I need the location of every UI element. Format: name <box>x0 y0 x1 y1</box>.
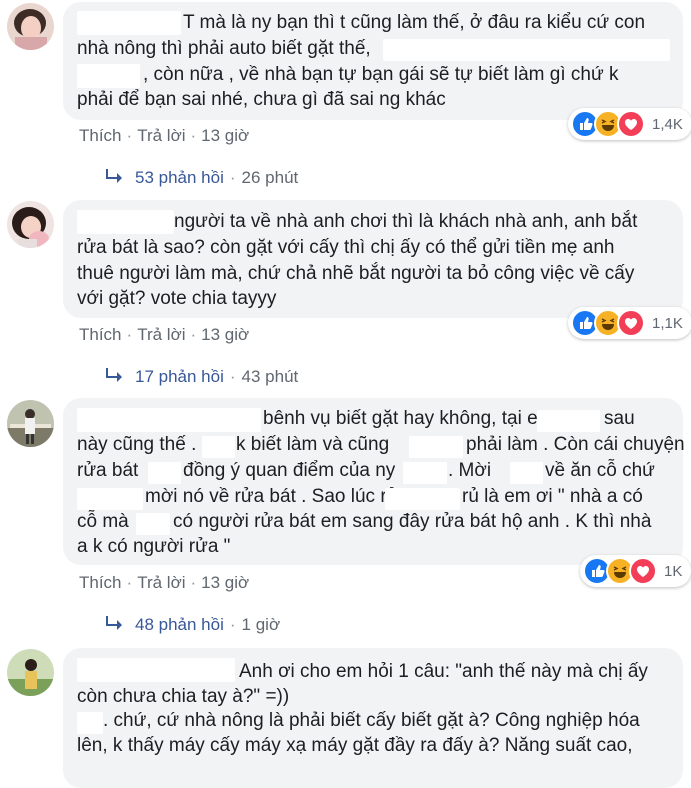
comment-text: về ăn cỗ chứ <box>545 460 655 481</box>
redacted-name <box>77 658 235 682</box>
reaction-count: 1,4K <box>652 115 683 133</box>
redacted-name <box>383 39 670 61</box>
like-link[interactable]: Thích <box>79 325 122 344</box>
view-replies-link[interactable]: 48 phản hồi · 1 giờ <box>103 615 280 635</box>
comment-text: đồng ý quan điểm của ny <box>183 460 396 481</box>
reaction-summary[interactable]: 1,1K <box>568 307 691 339</box>
reaction-count: 1,1K <box>652 314 683 332</box>
redacted-name <box>77 712 103 734</box>
comment-text: nhà nông thì phải auto biết gặt thế, <box>77 38 371 59</box>
comment-text: Anh ơi cho em hỏi 1 câu: "anh thế này mà… <box>239 661 648 682</box>
redacted-name <box>77 64 140 88</box>
reaction-summary[interactable]: 1,4K <box>568 108 691 140</box>
comment-text: mời nó về rửa bát . Sao lúc rủ <box>145 486 398 507</box>
comment-text: rửa bát là sao? còn gặt với cấy thì chị … <box>77 237 615 258</box>
reply-arrow-icon <box>106 616 122 630</box>
redacted-name <box>136 513 170 535</box>
reaction-summary[interactable]: 1K <box>580 555 691 587</box>
like-link[interactable]: Thích <box>79 126 122 145</box>
replies-count: 53 phản hồi <box>135 168 224 187</box>
commenter-avatar[interactable] <box>7 3 54 50</box>
replies-time: 43 phút <box>241 367 299 386</box>
commenter-avatar[interactable] <box>7 201 54 248</box>
love-reaction-icon <box>629 557 657 585</box>
comment-bubble: bênh vụ biết gặt hay không, tại em gái s… <box>63 398 685 565</box>
comment-actions: Thích · Trả lời · 13 giờ <box>79 325 250 344</box>
comment-time[interactable]: 13 giờ <box>201 325 249 344</box>
replies-time: 1 giờ <box>241 615 281 634</box>
comment-bubble: Anh ơi cho em hỏi 1 câu: "anh thế này mà… <box>63 648 683 788</box>
redacted-name <box>77 11 181 35</box>
comment-text: này cũng thế . <box>77 434 197 455</box>
love-reaction-icon <box>617 309 645 337</box>
comment-text: có người rửa bát em sang đây rửa bát hộ … <box>173 511 652 532</box>
replies-count: 17 phản hồi <box>135 367 224 386</box>
comment-time[interactable]: 13 giờ <box>201 126 249 145</box>
redacted-name <box>537 410 600 432</box>
comment-text: phải để bạn sai nhé, chưa gì đã sai ng k… <box>77 89 446 110</box>
redacted-name <box>409 436 463 458</box>
commenter-avatar[interactable] <box>7 400 54 447</box>
comment-text: . Mời <box>448 460 492 481</box>
comment-text: k biết làm và cũng <box>236 434 390 455</box>
love-reaction-icon <box>617 110 645 138</box>
redacted-name <box>77 210 174 234</box>
comment-text: với gặt? vote chia tayyy <box>77 288 277 309</box>
reply-link[interactable]: Trả lời <box>137 573 185 592</box>
redacted-name <box>202 436 235 458</box>
reaction-count: 1K <box>664 562 683 580</box>
reply-link[interactable]: Trả lời <box>137 126 185 145</box>
commenter-avatar[interactable] <box>7 649 54 696</box>
comment-actions: Thích · Trả lời · 13 giờ <box>79 126 250 145</box>
comment-text: còn chưa chia tay à?" =)) <box>77 686 290 707</box>
comment-text: rửa bát <box>77 460 139 481</box>
comment-text: lên, k thấy máy cấy máy xạ máy gặt đầy r… <box>77 735 633 756</box>
comment-text: sau <box>604 408 635 429</box>
redacted-name <box>148 462 181 484</box>
comment-text: , còn nữa , về nhà bạn tự bạn gái sẽ tự … <box>143 64 619 85</box>
reply-arrow-icon <box>106 368 122 382</box>
redacted-name <box>77 408 261 432</box>
reply-arrow-icon <box>106 169 122 183</box>
comment-text: a k có người rửa " <box>77 536 231 557</box>
like-link[interactable]: Thích <box>79 573 122 592</box>
comment-text: bênh vụ biết gặt hay không, tại em gái <box>263 408 585 429</box>
redacted-name <box>510 462 543 484</box>
view-replies-link[interactable]: 17 phản hồi · 43 phút <box>103 367 298 387</box>
comment-text: rủ là em ơi " nhà a có <box>462 486 643 507</box>
comment-text: thuê người làm mà, chứ chả nhẽ bắt người… <box>77 263 635 284</box>
comment-text: cỗ mà <box>77 511 129 532</box>
redacted-name <box>403 462 447 484</box>
replies-count: 48 phản hồi <box>135 615 224 634</box>
comment-bubble: T mà là ny bạn thì t cũng làm thế, ở đâu… <box>63 2 683 120</box>
comment-bubble: người ta về nhà anh chơi thì là khách nh… <box>63 200 683 318</box>
comment-text: . chứ, cứ nhà nông là phải biết cấy biết… <box>103 710 640 731</box>
comment-text: T mà là ny bạn thì t cũng làm thế, ở đâu… <box>183 12 646 33</box>
redacted-name <box>385 488 460 510</box>
comment-time[interactable]: 13 giờ <box>201 573 249 592</box>
comment-actions: Thích · Trả lời · 13 giờ <box>79 573 250 592</box>
reply-link[interactable]: Trả lời <box>137 325 185 344</box>
comment-text: phải làm . Còn cái chuyện <box>466 434 685 455</box>
redacted-name <box>77 488 143 510</box>
comment-text: người ta về nhà anh chơi thì là khách nh… <box>174 211 638 232</box>
view-replies-link[interactable]: 53 phản hồi · 26 phút <box>103 168 298 188</box>
replies-time: 26 phút <box>241 168 299 187</box>
